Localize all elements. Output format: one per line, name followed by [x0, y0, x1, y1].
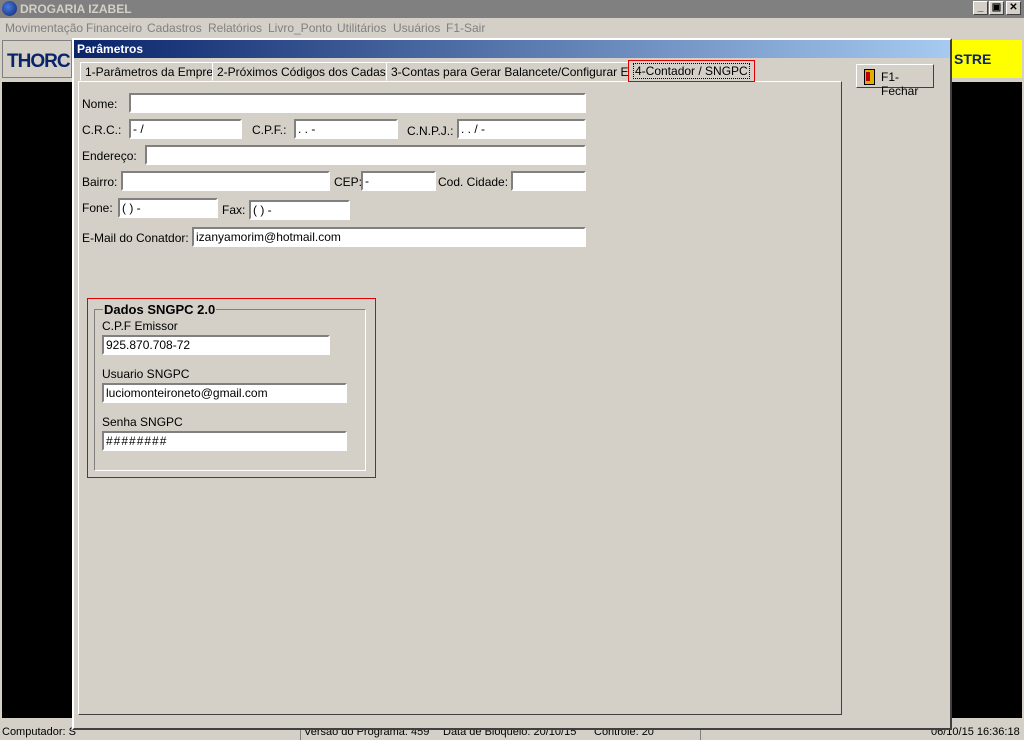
menubar: Movimentação Financeiro Cadastros Relató… — [0, 18, 1024, 38]
tab-contador-sngpc-label: 4-Contador / SNGPC — [633, 63, 750, 79]
parametros-dialog: Parâmetros 1-Parâmetros da Empresa 2-Pró… — [72, 38, 952, 730]
menu-relatorios[interactable]: Relatórios — [208, 21, 262, 35]
fax-input[interactable]: ( ) - — [249, 200, 350, 220]
app-title: DROGARIA IZABEL — [20, 2, 132, 16]
close-window-button[interactable]: ✕ — [1006, 1, 1021, 15]
tab-empresa[interactable]: 1-Parâmetros da Empresa — [80, 62, 231, 81]
app-titlebar: DROGARIA IZABEL _ ▣ ✕ — [0, 0, 1024, 18]
tab-proximos-codigos[interactable]: 2-Próximos Códigos dos Cadastros — [212, 62, 411, 81]
status-computer: Computador: S — [2, 726, 76, 738]
logo-panel: THORC — [2, 40, 72, 78]
menu-cadastros[interactable]: Cadastros — [147, 21, 202, 35]
sngpc-password-input[interactable]: ######## — [102, 431, 347, 451]
background-panel-right — [952, 82, 1022, 718]
tab-contador-sngpc[interactable]: 4-Contador / SNGPC — [628, 60, 755, 82]
cep-input[interactable]: - — [361, 171, 436, 191]
cnpj-input[interactable]: . . / - — [457, 119, 586, 139]
crc-label: C.R.C.: — [82, 123, 122, 137]
sngpc-highlight-box: Dados SNGPC 2.0 C.P.F Emissor 925.870.70… — [87, 298, 376, 478]
exit-door-icon — [864, 69, 875, 85]
fone-input[interactable]: ( ) - — [118, 198, 218, 218]
menu-financeiro[interactable]: Financeiro — [86, 21, 142, 35]
banner-panel: STRE — [952, 40, 1022, 78]
endereco-input[interactable] — [145, 145, 586, 165]
sngpc-cpf-label: C.P.F Emissor — [102, 319, 178, 333]
sngpc-groupbox: Dados SNGPC 2.0 C.P.F Emissor 925.870.70… — [94, 302, 366, 471]
sngpc-user-label: Usuario SNGPC — [102, 367, 190, 381]
menu-sair[interactable]: F1-Sair — [446, 21, 485, 35]
sngpc-cpf-input[interactable]: 925.870.708-72 — [102, 335, 330, 355]
dialog-titlebar[interactable]: Parâmetros — [74, 40, 950, 58]
fone-label: Fone: — [82, 201, 113, 215]
cod-cidade-input[interactable] — [511, 171, 586, 191]
bairro-input[interactable] — [121, 171, 330, 191]
nome-input[interactable] — [129, 93, 586, 113]
fechar-button[interactable]: F1-Fechar — [856, 64, 934, 98]
restore-button[interactable]: ▣ — [989, 1, 1004, 15]
fax-label: Fax: — [222, 203, 246, 217]
menu-livro-ponto[interactable]: Livro_Ponto — [268, 21, 332, 35]
cnpj-label: C.N.P.J.: — [407, 124, 454, 138]
tab-page-contador: Nome: C.R.C.: - / C.P.F.: . . - C.N.P.J.… — [78, 81, 842, 715]
cpf-label: C.P.F.: — [252, 123, 287, 137]
tab-contas-balancete[interactable]: 3-Contas para Gerar Balancete/Configurar… — [386, 62, 660, 81]
logo-text: THORC — [7, 51, 71, 72]
menu-utilitarios[interactable]: Utilitários — [337, 21, 386, 35]
bairro-label: Bairro: — [82, 175, 118, 189]
sngpc-user-input[interactable]: luciomonteironeto@gmail.com — [102, 383, 347, 403]
sngpc-group-title: Dados SNGPC 2.0 — [103, 302, 217, 317]
email-input[interactable]: izanyamorim@hotmail.com — [192, 227, 586, 247]
email-label: E-Mail do Conatdor: — [82, 231, 189, 245]
cod-cidade-label: Cod. Cidade: — [438, 175, 509, 189]
menu-usuarios[interactable]: Usuários — [393, 21, 440, 35]
dialog-title: Parâmetros — [77, 42, 144, 56]
sngpc-password-label: Senha SNGPC — [102, 415, 183, 429]
cpf-input[interactable]: . . - — [294, 119, 398, 139]
crc-input[interactable]: - / — [129, 119, 242, 139]
minimize-button[interactable]: _ — [973, 1, 988, 15]
fechar-button-label: F1-Fechar — [881, 70, 919, 98]
nome-label: Nome: — [82, 97, 118, 111]
app-globe-icon — [2, 1, 17, 16]
banner-text: STRE — [954, 51, 992, 67]
cep-label: CEP: — [334, 175, 363, 189]
background-panel-left — [2, 82, 72, 718]
endereco-label: Endereço: — [82, 149, 137, 163]
menu-movimentacao[interactable]: Movimentação — [5, 21, 83, 35]
